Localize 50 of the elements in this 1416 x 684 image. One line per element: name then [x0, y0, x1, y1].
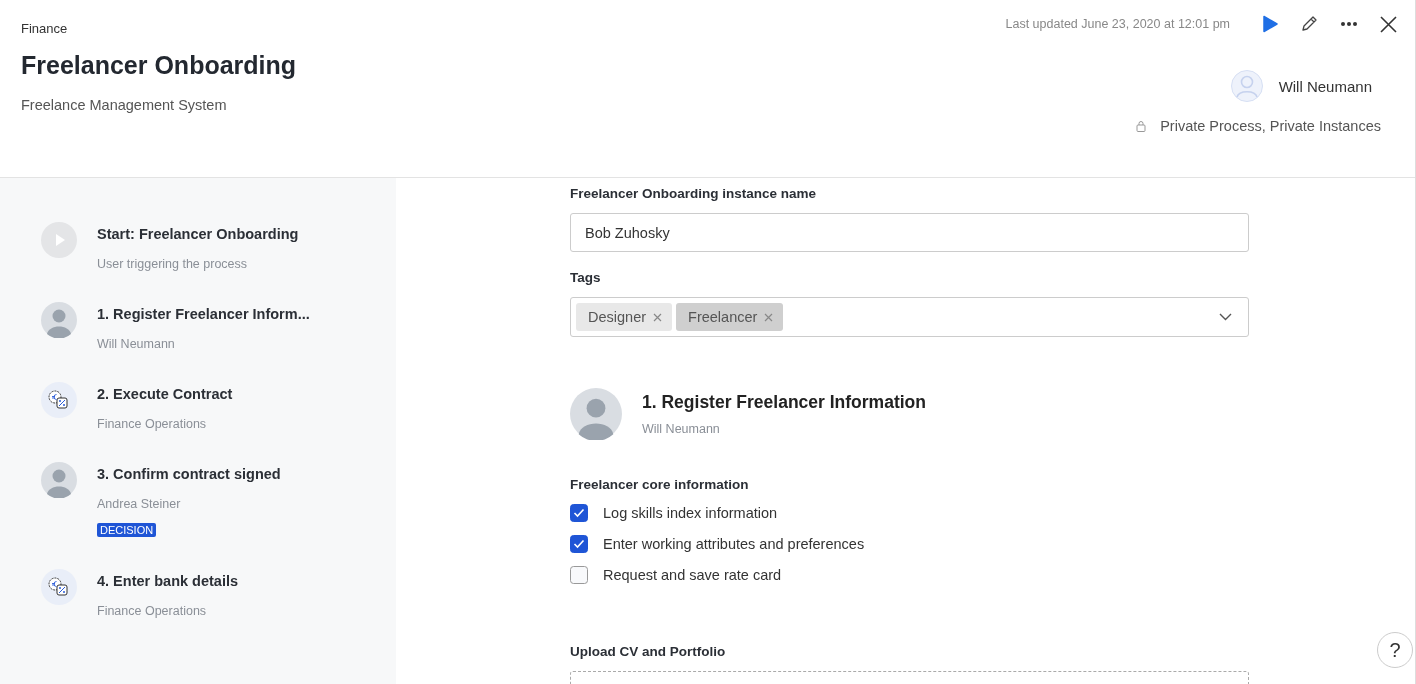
step-assignee: User triggering the process: [97, 257, 249, 271]
checkbox[interactable]: [570, 566, 588, 584]
step-assignee: Will Neumann: [97, 337, 176, 351]
page-subtitle: Freelance Management System: [21, 97, 228, 113]
checkbox[interactable]: [570, 535, 588, 553]
help-button[interactable]: ?: [1377, 632, 1413, 668]
step-assignee: Finance Operations: [97, 417, 208, 431]
task-title: 1. Register Freelancer Information: [642, 392, 926, 413]
field-label: Tags: [570, 270, 602, 285]
step-title[interactable]: 1. Register Freelancer Inform...: [97, 306, 310, 322]
field-label: Freelancer Onboarding instance name: [570, 186, 818, 201]
step-title[interactable]: 4. Enter bank details: [97, 573, 239, 589]
owner-name: Will Neumann: [1278, 77, 1372, 95]
checkbox-label: Log skills index information: [603, 505, 778, 521]
page-title: Freelancer Onboarding: [21, 51, 297, 80]
pencil-icon[interactable]: [1300, 15, 1318, 33]
task-assignee: Will Neumann: [642, 422, 721, 436]
breadcrumb[interactable]: Finance: [21, 21, 297, 36]
remove-icon[interactable]: [653, 312, 663, 322]
chevron-down-icon[interactable]: [1219, 313, 1232, 321]
avatar-icon: [570, 388, 622, 440]
finance-icon: [41, 569, 77, 605]
play-icon: [41, 222, 77, 258]
step-title[interactable]: 2. Execute Contract: [97, 386, 233, 402]
avatar-icon: [41, 462, 77, 498]
finance-icon: [41, 382, 77, 418]
decision-badge: DECISION: [97, 523, 157, 537]
avatar-icon: [1230, 70, 1263, 102]
step-title[interactable]: Start: Freelancer Onboarding: [97, 226, 299, 242]
step-title[interactable]: 3. Confirm contract signed: [97, 466, 281, 482]
privacy-text: Private Process, Private Instances: [1160, 118, 1381, 134]
tag-label: Freelancer: [688, 309, 758, 325]
checkbox-label: Enter working attributes and preferences: [603, 536, 865, 552]
tag-chip[interactable]: Designer: [576, 303, 673, 331]
section-title: Upload CV and Portfolio: [570, 644, 727, 659]
avatar-icon: [41, 302, 77, 338]
more-icon[interactable]: [1340, 21, 1358, 27]
step-assignee: Finance Operations: [97, 604, 208, 618]
section-title: Freelancer core information: [570, 477, 750, 492]
play-icon[interactable]: [1262, 15, 1278, 33]
tag-label: Designer: [588, 309, 647, 325]
tag-chip[interactable]: Freelancer: [676, 303, 784, 331]
step-assignee: Andrea Steiner: [97, 497, 182, 511]
checkbox[interactable]: [570, 504, 588, 522]
close-icon[interactable]: [1380, 15, 1397, 33]
tags-field[interactable]: Designer Freelancer: [570, 297, 1249, 337]
instance-name-field[interactable]: Bob Zuhosky: [570, 213, 1249, 252]
checkbox-label: Request and save rate card: [603, 567, 782, 583]
lock-icon: [1136, 120, 1147, 132]
last-updated-text: Last updated June 23, 2020 at 12:01 pm: [1005, 17, 1230, 31]
